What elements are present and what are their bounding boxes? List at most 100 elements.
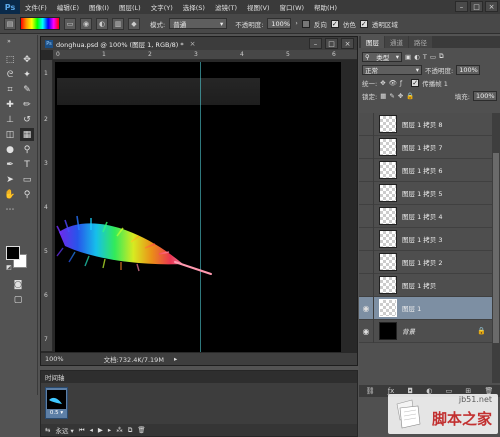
horizontal-ruler[interactable]: 0 1 2 3 4 5 6 [53, 50, 357, 60]
delete-frame-icon[interactable]: 🗑 [137, 426, 145, 434]
tab-channels[interactable]: 通道 [385, 36, 408, 48]
gradient-tool-icon[interactable]: ▦ [20, 128, 34, 141]
linear-gradient-icon[interactable]: ▭ [64, 17, 76, 30]
tween-icon[interactable]: ⁂ [116, 426, 123, 434]
first-frame-icon[interactable]: ⏮ [79, 426, 85, 435]
visibility-toggle[interactable] [359, 181, 374, 205]
layer-row[interactable]: 图层 1 拷贝 7 [359, 135, 492, 159]
layer-name[interactable]: 背景 [402, 326, 415, 336]
quick-mask-icon[interactable]: ◙ [11, 278, 25, 291]
reverse-checkbox[interactable] [301, 19, 310, 28]
layer-row[interactable]: 图层 1 拷贝 [359, 273, 492, 297]
tab-paths[interactable]: 路径 [409, 36, 432, 48]
shape-tool-icon[interactable]: ▭ [20, 173, 34, 186]
brush-tool-icon[interactable]: ✏ [20, 98, 34, 111]
zoom-tool-icon[interactable]: ⚲ [20, 188, 34, 201]
mode-select[interactable]: 普通 ▾ [169, 18, 228, 29]
collapse-icon[interactable]: » [2, 35, 16, 48]
document-tab[interactable]: Ps donghua.psd @ 100% (图层 1, RGB/8) * × … [41, 37, 357, 50]
menu-filter[interactable]: 滤镜(T) [210, 2, 242, 12]
opacity-input[interactable]: 100% [267, 18, 292, 29]
next-frame-icon[interactable]: ▸ [108, 426, 111, 434]
transparency-checkbox[interactable]: ✓ [359, 19, 368, 28]
radial-gradient-icon[interactable]: ◉ [80, 17, 92, 30]
layer-row[interactable]: 图层 1 拷贝 8 [359, 113, 492, 136]
hand-tool-icon[interactable]: ✋ [3, 188, 17, 201]
layers-scrollbar[interactable] [492, 113, 500, 383]
lock-all-icon[interactable]: 🔒 [406, 92, 414, 100]
eye-icon[interactable]: ◉ [359, 319, 374, 343]
vertical-ruler[interactable]: 1 2 3 4 5 6 7 [41, 60, 53, 351]
layer-row[interactable]: 图层 1 拷贝 5 [359, 181, 492, 205]
tab-layers[interactable]: 图层 [361, 36, 384, 48]
layer-row[interactable]: 图层 1 拷贝 2 [359, 250, 492, 274]
menu-type[interactable]: 文字(Y) [146, 2, 178, 12]
filter-pixel-icon[interactable]: ▣ [405, 53, 411, 61]
filter-adjustment-icon[interactable]: ◐ [414, 53, 420, 61]
lock-position-icon[interactable]: ✥ [398, 92, 403, 100]
lasso-tool-icon[interactable]: ᘓ [3, 68, 17, 81]
kind-filter-select[interactable]: ⚲ 类型 ▾ [362, 51, 402, 62]
gradient-tool-icon[interactable]: ▤ [4, 17, 16, 30]
doc-close-button[interactable]: × [341, 38, 354, 49]
layer-name[interactable]: 图层 1 拷贝 7 [402, 142, 442, 152]
layer-row-selected[interactable]: ◉ 图层 1 [359, 296, 492, 320]
visibility-toggle[interactable] [359, 250, 374, 274]
visibility-toggle[interactable] [359, 158, 374, 182]
menu-view[interactable]: 视图(V) [242, 2, 275, 12]
default-colors-icon[interactable]: ◩ [2, 261, 16, 274]
close-icon[interactable]: × [190, 40, 196, 48]
diamond-gradient-icon[interactable]: ◆ [128, 17, 140, 30]
minimize-button[interactable]: – [455, 1, 468, 12]
convert-timeline-icon[interactable]: ⇆ [45, 426, 50, 434]
screen-mode-icon[interactable]: ▢ [11, 293, 25, 306]
eye-icon[interactable]: ◉ [359, 296, 374, 320]
move-tool-icon[interactable]: ✥ [20, 53, 34, 66]
menu-file[interactable]: 文件(F) [20, 2, 52, 12]
foreground-color[interactable] [6, 246, 20, 260]
marquee-tool-icon[interactable]: ⬚ [3, 53, 17, 66]
scrollbar-thumb[interactable] [493, 153, 499, 343]
layer-row[interactable]: 图层 1 拷贝 3 [359, 227, 492, 251]
visibility-toggle[interactable] [359, 113, 374, 136]
healing-tool-icon[interactable]: ✚ [3, 98, 17, 111]
menu-help[interactable]: 帮助(H) [309, 2, 342, 12]
previous-frame-icon[interactable]: ◂ [90, 426, 93, 434]
layer-name[interactable]: 图层 1 拷贝 3 [402, 234, 442, 244]
history-brush-tool-icon[interactable]: ↺ [20, 113, 34, 126]
menu-layer[interactable]: 图层(L) [114, 2, 146, 12]
layer-name[interactable]: 图层 1 拷贝 6 [402, 165, 442, 175]
timeline-frame[interactable]: 0.5 ▾ [45, 387, 68, 419]
unify-position-icon[interactable]: ✥ [380, 79, 385, 87]
chevron-right-icon[interactable]: ▸ [174, 355, 177, 363]
blend-mode-select[interactable]: 正常 ▾ [362, 64, 422, 75]
menu-edit[interactable]: 编辑(E) [52, 2, 84, 12]
visibility-toggle[interactable] [359, 135, 374, 159]
loop-select[interactable]: 永远 ▾ [55, 425, 73, 435]
layer-name[interactable]: 图层 1 拷贝 [402, 280, 436, 290]
menu-window[interactable]: 窗口(W) [275, 2, 310, 12]
propagate-checkbox[interactable]: ✓ [411, 78, 420, 87]
doc-minimize-button[interactable]: – [309, 38, 322, 49]
menu-image[interactable]: 图像(I) [84, 2, 114, 12]
layer-name[interactable]: 图层 1 [402, 303, 421, 313]
angle-gradient-icon[interactable]: ◐ [96, 17, 108, 30]
layer-opacity-input[interactable]: 100% [456, 64, 481, 75]
layer-name[interactable]: 图层 1 拷贝 8 [402, 119, 442, 129]
eyedropper-tool-icon[interactable]: ✎ [20, 83, 34, 96]
filter-shape-icon[interactable]: ▭ [430, 53, 436, 61]
layer-name[interactable]: 图层 1 拷贝 4 [402, 211, 442, 221]
play-icon[interactable]: ▶ [98, 426, 103, 434]
blur-tool-icon[interactable]: ● [3, 143, 17, 156]
frame-delay[interactable]: 0.5 ▾ [46, 410, 67, 416]
crop-tool-icon[interactable]: ⌗ [3, 83, 17, 96]
visibility-toggle[interactable] [359, 227, 374, 251]
timeline-title[interactable]: 时间轴 [45, 372, 65, 382]
canvas[interactable] [55, 62, 341, 352]
layer-name[interactable]: 图层 1 拷贝 5 [402, 188, 442, 198]
dither-checkbox[interactable]: ✓ [330, 19, 339, 28]
unify-style-icon[interactable]: ƒ [400, 79, 402, 87]
fill-input[interactable]: 100% [473, 90, 497, 101]
gradient-picker[interactable] [20, 17, 60, 30]
visibility-toggle[interactable] [359, 204, 374, 228]
